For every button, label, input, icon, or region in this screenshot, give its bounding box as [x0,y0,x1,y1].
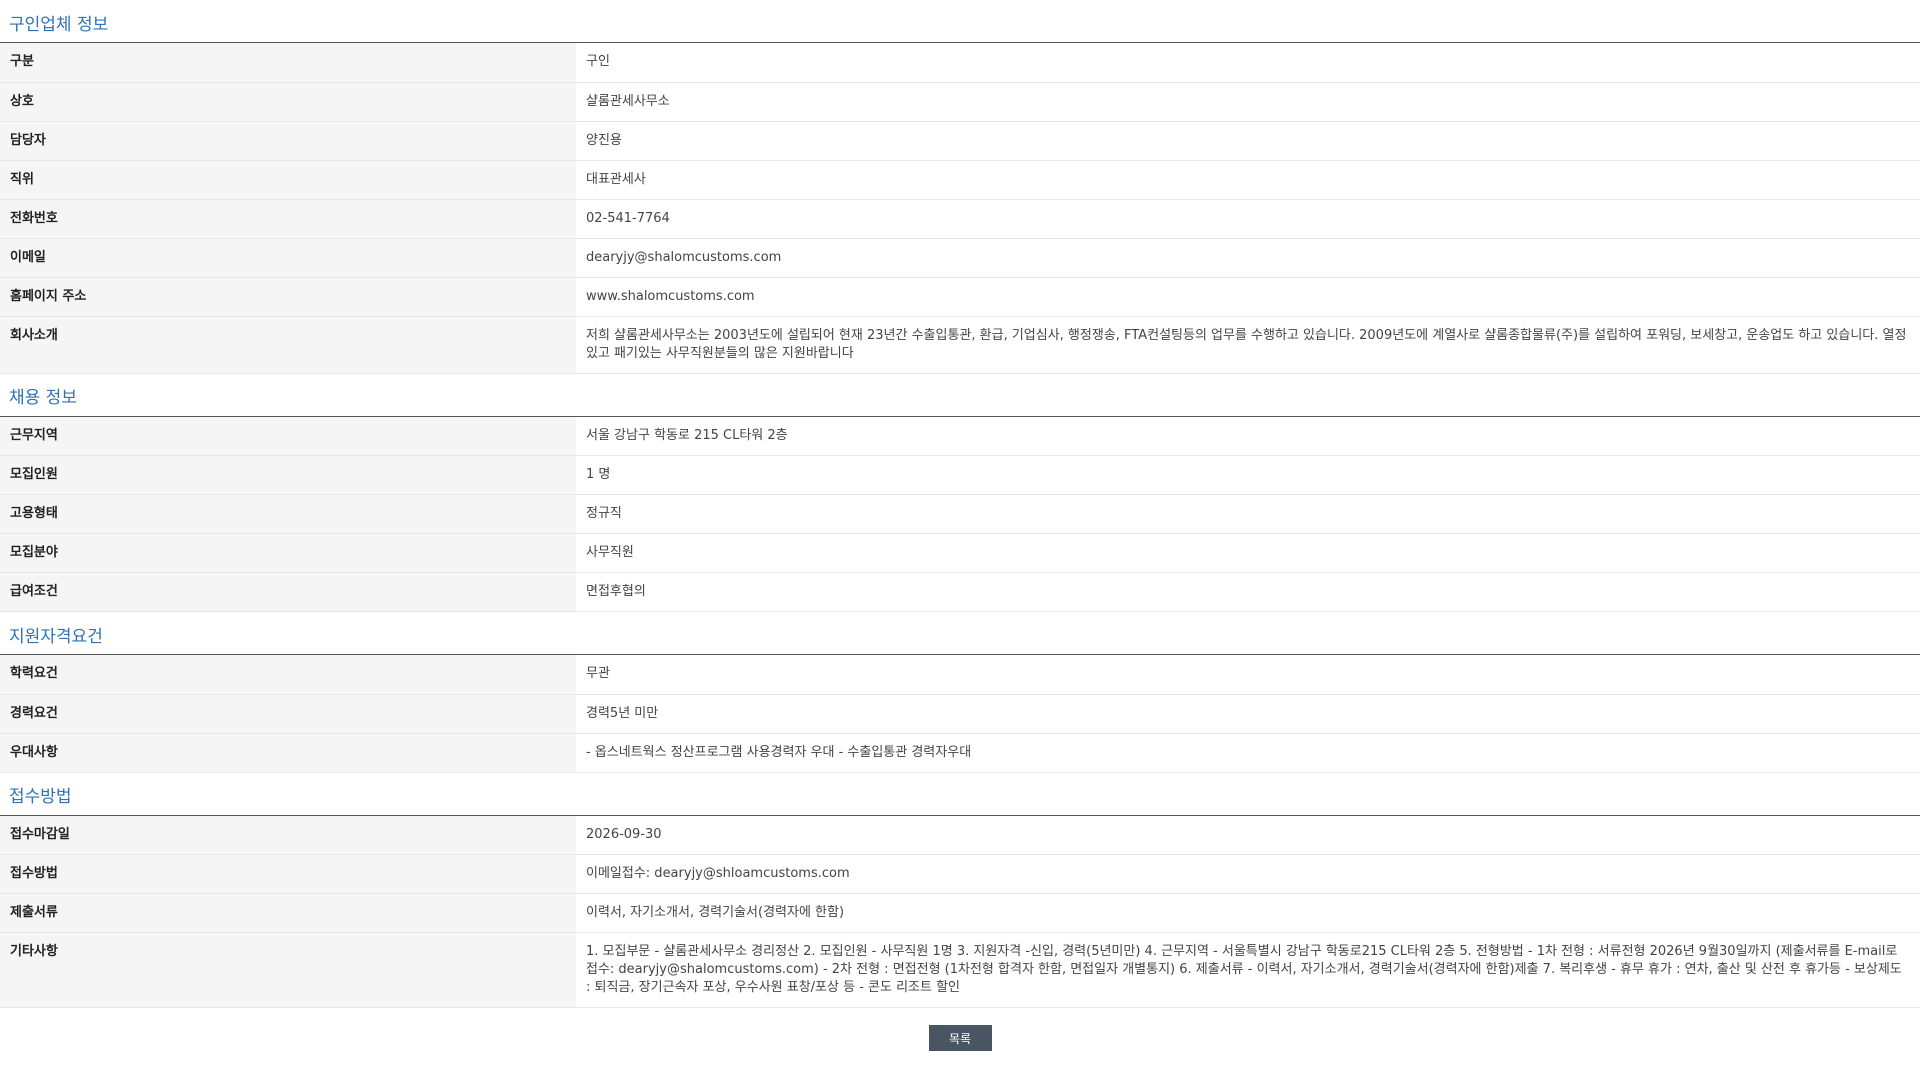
section-title: 지원자격요건 [0,612,1920,655]
row-label: 제출서류 [0,893,576,933]
row-value: 샬롬관세사무소 [576,82,1920,122]
row-value: 1 명 [576,455,1920,495]
table-row: 고용형태 정규직 [0,494,1920,534]
table-row: 접수방법 이메일접수: dearyjy@shloamcustoms.com [0,854,1920,894]
table-row: 기타사항 1. 모집부문 - 샬롬관세사무소 경리정산 2. 모집인원 - 사무직… [0,932,1920,1008]
info-table: 접수마감일 2026-09-30 접수방법 이메일접수: dearyjy@shloa… [0,815,1920,1008]
table-row: 직위 대표관세사 [0,160,1920,200]
table-row: 홈페이지 주소 www.shalomcustoms.com [0,277,1920,317]
section-title: 구인업체 정보 [0,0,1920,43]
section-title: 채용 정보 [0,374,1920,417]
row-value: 이메일접수: dearyjy@shloamcustoms.com [576,854,1920,894]
row-value: - 옵스네트웍스 정산프로그램 사용경력자 우대 - 수출입통관 경력자우대 [576,733,1920,773]
row-label: 홈페이지 주소 [0,277,576,317]
table-row: 우대사항 - 옵스네트웍스 정산프로그램 사용경력자 우대 - 수출입통관 경력자… [0,733,1920,773]
table-row: 급여조건 면접후협의 [0,572,1920,612]
row-value: 무관 [576,655,1920,695]
info-table: 근무지역 서울 강남구 학동로 215 CL타워 2층 모집인원 1 명 고용형태 정… [0,416,1920,612]
row-label: 이메일 [0,238,576,278]
table-row: 구분 구인 [0,43,1920,83]
row-label: 구분 [0,43,576,83]
table-row: 담당자 양진용 [0,121,1920,161]
section-recruitment-info: 채용 정보 근무지역 서울 강남구 학동로 215 CL타워 2층 모집인원 1 명… [0,374,1920,612]
list-button[interactable]: 목록 [928,1025,992,1051]
table-row: 이메일 dearyjy@shalomcustoms.com [0,238,1920,278]
row-value: 저희 샬롬관세사무소는 2003년도에 설립되어 현재 23년간 수출입통관, … [576,316,1920,374]
row-value: 2026-09-30 [576,815,1920,855]
table-row: 제출서류 이력서, 자기소개서, 경력기술서(경력자에 한함) [0,893,1920,933]
row-value: 사무직원 [576,533,1920,573]
row-label: 경력요건 [0,694,576,734]
table-row: 회사소개 저희 샬롬관세사무소는 2003년도에 설립되어 현재 23년간 수출입… [0,316,1920,374]
job-posting-detail: 구인업체 정보 구분 구인 상호 샬롬관세사무소 담당자 양진용 직위 대표관세사 전화… [0,0,1920,1077]
row-label: 전화번호 [0,199,576,239]
table-row: 모집인원 1 명 [0,455,1920,495]
table-row: 접수마감일 2026-09-30 [0,815,1920,855]
row-label: 접수방법 [0,854,576,894]
row-value: 경력5년 미만 [576,694,1920,734]
row-label: 기타사항 [0,932,576,1008]
row-label: 고용형태 [0,494,576,534]
row-label: 근무지역 [0,416,576,456]
info-table: 학력요건 무관 경력요건 경력5년 미만 우대사항 - 옵스네트웍스 정산프로그램 사… [0,655,1920,773]
row-value: 면접후협의 [576,572,1920,612]
table-row: 모집분야 사무직원 [0,533,1920,573]
table-row: 학력요건 무관 [0,655,1920,695]
row-label: 급여조건 [0,572,576,612]
row-value: 1. 모집부문 - 샬롬관세사무소 경리정산 2. 모집인원 - 사무직원 1명… [576,932,1920,1008]
row-label: 직위 [0,160,576,200]
table-row: 경력요건 경력5년 미만 [0,694,1920,734]
row-label: 접수마감일 [0,815,576,855]
row-value: 정규직 [576,494,1920,534]
row-label: 학력요건 [0,655,576,695]
section-title: 접수방법 [0,773,1920,816]
row-label: 모집분야 [0,533,576,573]
table-row: 전화번호 02-541-7764 [0,199,1920,239]
row-value: 대표관세사 [576,160,1920,200]
section-qualifications: 지원자격요건 학력요건 무관 경력요건 경력5년 미만 우대사항 - 옵스네트웍스 정… [0,612,1920,773]
row-label: 담당자 [0,121,576,161]
row-value: 양진용 [576,121,1920,161]
row-label: 상호 [0,82,576,122]
row-label: 모집인원 [0,455,576,495]
row-value: 구인 [576,43,1920,83]
row-value: 서울 강남구 학동로 215 CL타워 2층 [576,416,1920,456]
table-row: 상호 샬롬관세사무소 [0,82,1920,122]
row-value: www.shalomcustoms.com [576,277,1920,317]
footer: 목록 [0,1008,1920,1068]
section-application-method: 접수방법 접수마감일 2026-09-30 접수방법 이메일접수: dearyjy@… [0,773,1920,1008]
info-table: 구분 구인 상호 샬롬관세사무소 담당자 양진용 직위 대표관세사 전화번호 02-541… [0,43,1920,374]
row-label: 우대사항 [0,733,576,773]
row-value: 이력서, 자기소개서, 경력기술서(경력자에 한함) [576,893,1920,933]
table-row: 근무지역 서울 강남구 학동로 215 CL타워 2층 [0,416,1920,456]
row-value: 02-541-7764 [576,199,1920,239]
row-label: 회사소개 [0,316,576,374]
section-company-info: 구인업체 정보 구분 구인 상호 샬롬관세사무소 담당자 양진용 직위 대표관세사 전화… [0,0,1920,374]
row-value: dearyjy@shalomcustoms.com [576,238,1920,278]
